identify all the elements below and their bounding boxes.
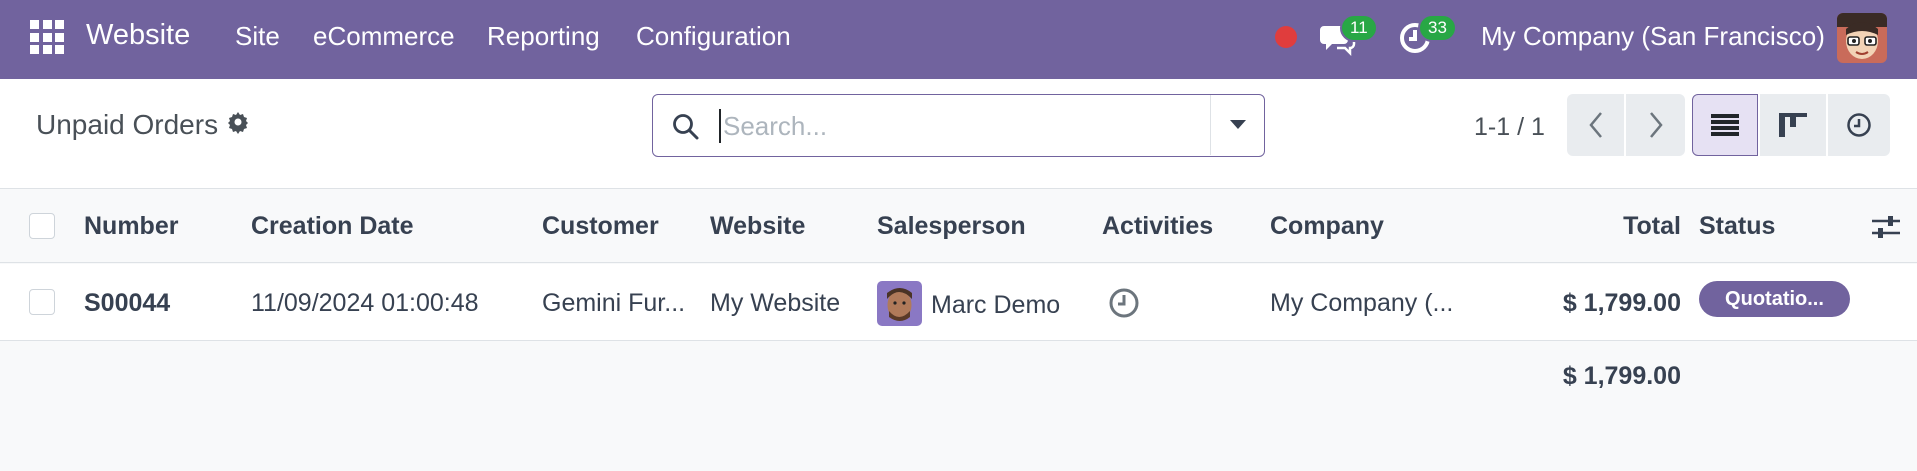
- kanban-view-icon: [1779, 113, 1807, 137]
- column-header-status[interactable]: Status: [1699, 212, 1775, 241]
- column-header-creation-date[interactable]: Creation Date: [251, 212, 414, 241]
- column-header-website[interactable]: Website: [710, 212, 805, 241]
- row-checkbox[interactable]: [29, 289, 55, 315]
- top-navbar: Website Site eCommerce Reporting Configu…: [0, 0, 1917, 79]
- menu-configuration[interactable]: Configuration: [636, 21, 791, 52]
- search-input[interactable]: [719, 109, 1179, 143]
- clock-icon: [1847, 113, 1871, 137]
- activities-count-badge: 33: [1418, 14, 1457, 42]
- column-header-company[interactable]: Company: [1270, 212, 1384, 241]
- record-indicator-icon[interactable]: [1275, 26, 1297, 48]
- order-number[interactable]: S00044: [84, 289, 170, 318]
- company: My Company (...: [1270, 289, 1454, 317]
- kanban-view-button[interactable]: [1760, 94, 1826, 156]
- optional-columns-toggle-icon[interactable]: [1872, 214, 1900, 245]
- activity-clock-icon[interactable]: [1108, 287, 1140, 324]
- pager-value[interactable]: 1-1 / 1: [1474, 113, 1545, 142]
- list-view-button[interactable]: [1692, 94, 1758, 156]
- user-avatar[interactable]: [1837, 13, 1887, 63]
- search-options-toggle[interactable]: [1210, 95, 1264, 155]
- apps-menu-icon[interactable]: [30, 20, 64, 54]
- table-header: Number Creation Date Customer Website Sa…: [0, 190, 1917, 263]
- gear-icon[interactable]: [226, 109, 250, 141]
- pager-next-button[interactable]: [1626, 94, 1685, 156]
- app-brand[interactable]: Website: [86, 19, 190, 52]
- chevron-left-icon: [1588, 112, 1602, 138]
- company-switcher[interactable]: My Company (San Francisco): [1481, 21, 1825, 52]
- chevron-right-icon: [1649, 112, 1663, 138]
- page-title: Unpaid Orders: [36, 109, 219, 140]
- salesperson-avatar[interactable]: [877, 281, 922, 326]
- search-bar: [652, 94, 1265, 157]
- column-header-total[interactable]: Total: [1623, 212, 1681, 241]
- status-badge: Quotatio...: [1699, 281, 1850, 317]
- menu-reporting[interactable]: Reporting: [487, 21, 600, 52]
- column-header-activities[interactable]: Activities: [1102, 212, 1213, 241]
- customer: Gemini Fur...: [542, 289, 686, 317]
- menu-ecommerce[interactable]: eCommerce: [313, 21, 455, 52]
- activity-view-button[interactable]: [1828, 94, 1890, 156]
- footer-total: $ 1,799.00: [1562, 362, 1681, 390]
- control-panel: Unpaid Orders 1-1 / 1: [0, 79, 1917, 189]
- creation-date: 11/09/2024 01:00:48: [251, 289, 479, 317]
- list-view-icon: [1711, 114, 1739, 136]
- menu-site[interactable]: Site: [235, 21, 280, 52]
- breadcrumb: Unpaid Orders: [36, 109, 250, 141]
- search-icon: [671, 112, 701, 147]
- select-all-checkbox[interactable]: [29, 213, 55, 239]
- pager-previous-button[interactable]: [1567, 94, 1624, 156]
- column-header-customer[interactable]: Customer: [542, 212, 659, 241]
- table-row[interactable]: S00044 11/09/2024 01:00:48 Gemini Fur...…: [0, 264, 1917, 341]
- salesperson-name: Marc Demo: [931, 291, 1061, 319]
- caret-down-icon: [1229, 120, 1246, 129]
- column-header-salesperson[interactable]: Salesperson: [877, 212, 1026, 241]
- messages-count-badge: 11: [1340, 14, 1378, 42]
- order-total: $ 1,799.00: [1562, 289, 1681, 317]
- website: My Website: [710, 289, 841, 317]
- column-header-number[interactable]: Number: [84, 212, 178, 241]
